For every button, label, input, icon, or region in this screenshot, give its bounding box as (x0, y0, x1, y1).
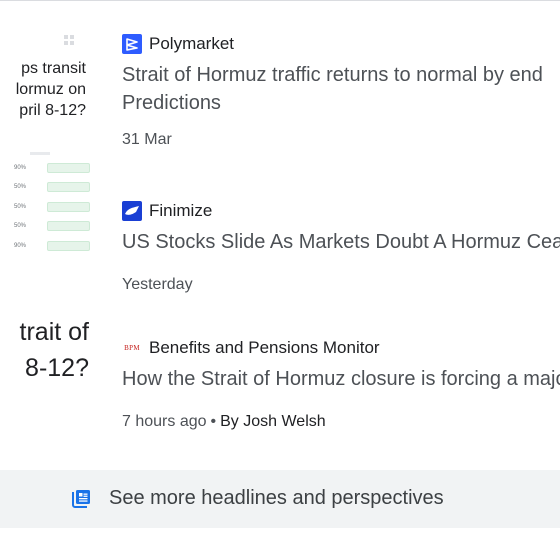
news-icon (72, 490, 90, 508)
news-headline[interactable]: Strait of Hormuz traffic returns to norm… (122, 61, 560, 89)
news-item-polymarket[interactable]: Polymarket Strait of Hormuz traffic retu… (122, 33, 560, 149)
featured-thumbnail: ps transit lormuz on pril 8-12? 90% 50% … (0, 30, 92, 290)
see-more-label: See more headlines and perspectives (109, 487, 444, 509)
featured-article-card[interactable]: ps transit lormuz on pril 8-12? 90% 50% … (0, 30, 95, 450)
news-timestamp: Yesterday (122, 276, 193, 293)
news-timestamp: 7 hours ago (122, 413, 207, 430)
source-name: Benefits and Pensions Monitor (149, 338, 380, 357)
news-author: By Josh Welsh (220, 413, 326, 430)
see-more-headlines-button[interactable]: See more headlines and perspectives (0, 470, 560, 528)
source-name: Finimize (149, 201, 213, 220)
news-meta: 7 hours ago • By Josh Welsh (122, 413, 560, 431)
news-source: Finimize (122, 200, 560, 222)
odds-row: 90% (10, 236, 90, 256)
grid-icon (64, 35, 74, 45)
thumbnail-question-text: ps transit lormuz on pril 8-12? (15, 60, 86, 119)
news-source: BPM Benefits and Pensions Monitor (122, 337, 560, 359)
odds-row: 50% (10, 217, 90, 237)
news-timestamp: 31 Mar (122, 131, 172, 148)
top-divider (0, 0, 560, 1)
thumbnail-odds-table: 90% 50% 50% 50% 90% (10, 152, 90, 256)
news-headline-line2[interactable]: Predictions (122, 89, 560, 117)
finimize-logo-icon (122, 201, 142, 221)
source-name: Polymarket (149, 34, 235, 53)
odds-row: 50% (10, 178, 90, 198)
news-source: Polymarket (122, 33, 560, 55)
news-item-bpm[interactable]: BPM Benefits and Pensions Monitor How th… (122, 337, 560, 431)
bpm-logo-icon: BPM (124, 344, 140, 352)
news-headline[interactable]: US Stocks Slide As Markets Doubt A Hormu… (122, 228, 560, 256)
featured-headline[interactable]: trait of 8-12? (20, 314, 89, 386)
odds-row: 50% (10, 197, 90, 217)
meta-separator: • (210, 413, 217, 430)
polymarket-logo-icon (122, 34, 142, 54)
news-item-finimize[interactable]: Finimize US Stocks Slide As Markets Doub… (122, 200, 560, 294)
odds-row: 90% (10, 158, 90, 178)
news-headline[interactable]: How the Strait of Hormuz closure is forc… (122, 365, 560, 393)
